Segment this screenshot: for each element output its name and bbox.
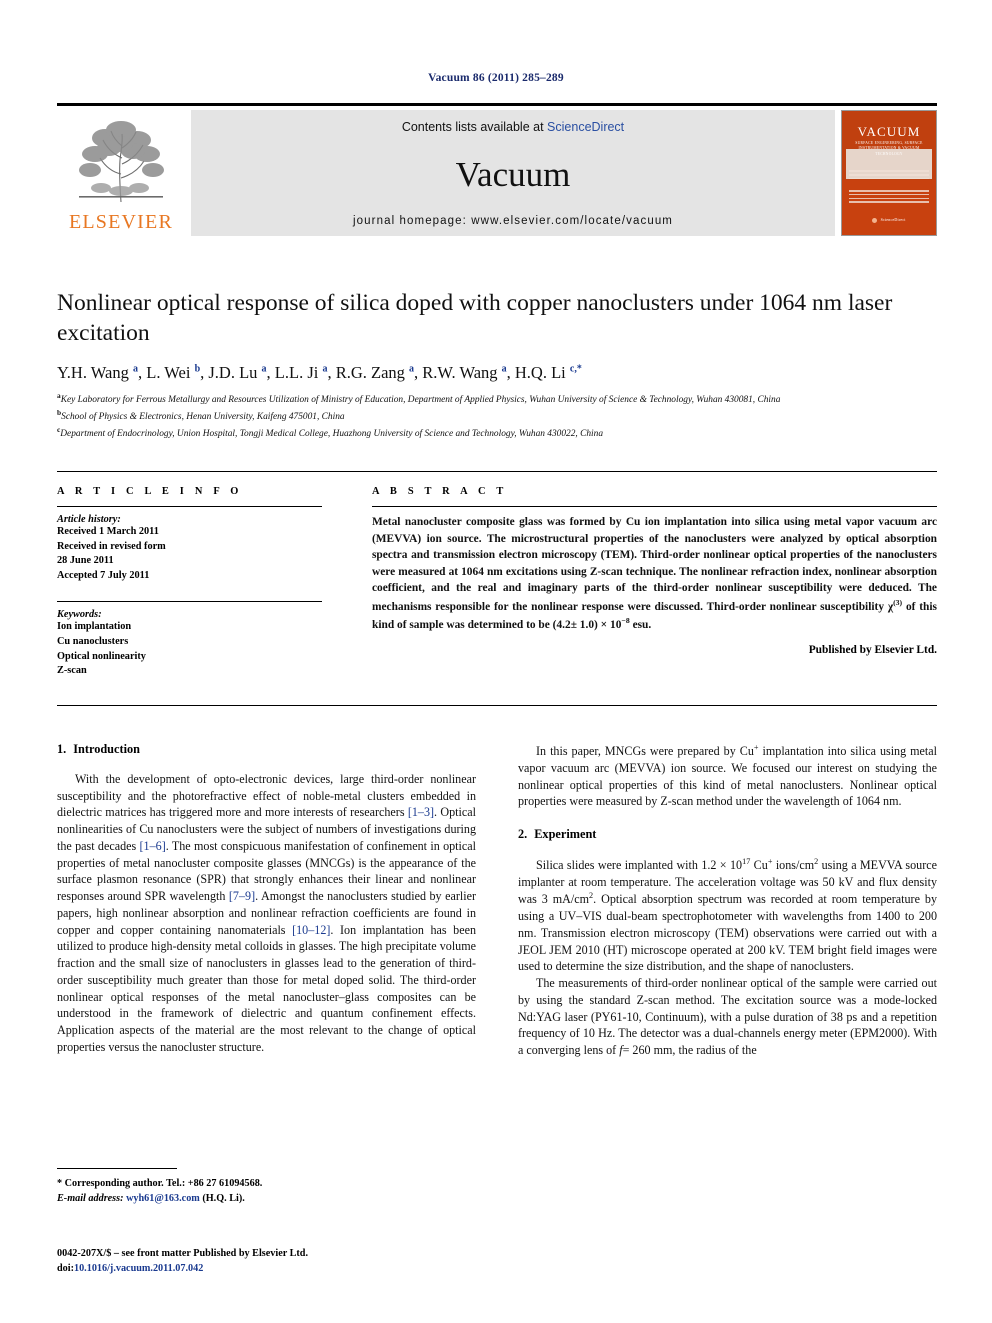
keyword-3: Optical nonlinearity <box>57 650 146 662</box>
footnote-area: * Corresponding author. Tel.: +86 27 610… <box>57 1168 476 1207</box>
keywords-divider <box>57 601 322 603</box>
cover-text-lines-upper <box>849 168 929 182</box>
email-note: E-mail address: wyh61@163.com (H.Q. Li). <box>57 1191 476 1206</box>
history-received: Received 1 March 2011 <box>57 526 159 537</box>
imprint-block: 0042-207X/$ – see front matter Published… <box>57 1247 517 1277</box>
doi-link[interactable]: 10.1016/j.vacuum.2011.07.042 <box>74 1263 203 1274</box>
history-revised-label: Received in revised form <box>57 540 166 552</box>
journal-masthead: ELSEVIER Contents lists available at Sci… <box>57 103 937 236</box>
abstract-column: A B S T R A C T Metal nanocluster compos… <box>372 486 937 679</box>
article-info-heading: A R T I C L E I N F O <box>57 486 243 497</box>
doi-line: doi:10.1016/j.vacuum.2011.07.042 <box>57 1262 517 1277</box>
affiliation-list: aKey Laboratory for Ferrous Metallurgy a… <box>57 391 937 441</box>
issn-front-matter: 0042-207X/$ – see front matter Published… <box>57 1248 309 1259</box>
section-number-1: 1. <box>57 742 67 756</box>
info-bottom-rule <box>57 705 937 706</box>
elsevier-logo: ELSEVIER <box>57 110 185 236</box>
article-info-divider <box>57 506 322 507</box>
elsevier-wordmark: ELSEVIER <box>68 211 174 233</box>
sciencedirect-dot-icon <box>872 218 878 223</box>
experiment-paragraph-1: Silica slides were implanted with 1.2 × … <box>518 856 937 974</box>
abstract-heading: A B S T R A C T <box>372 486 508 497</box>
section-number-2: 2. <box>518 826 528 841</box>
section-title-2: Experiment <box>534 826 597 841</box>
body-column-left: 1. Introduction With the development of o… <box>57 742 476 1059</box>
cover-footer-brand: ScienceDirect <box>880 217 906 223</box>
footnote-rule <box>57 1168 177 1169</box>
published-by-line: Published by Elsevier Ltd. <box>808 644 937 657</box>
email-owner: (H.Q. Li). <box>202 1193 245 1205</box>
experiment-paragraph-2: The measurements of third-order nonlinea… <box>518 976 937 1058</box>
affiliation-c: cDepartment of Endocrinology, Union Hosp… <box>57 425 937 442</box>
experiment-section: 2. Experiment Silica slides were implante… <box>518 827 937 1059</box>
contents-label: Contents lists available at <box>401 120 544 134</box>
paper-title: Nonlinear optical response of silica dop… <box>57 290 893 347</box>
abstract-divider <box>372 506 937 507</box>
keyword-2: Cu nanoclusters <box>57 636 129 648</box>
affiliation-text-b: School of Physics & Electronics, Henan U… <box>61 412 345 423</box>
history-revised-date: 28 June 2011 <box>57 555 114 567</box>
author-list: Y.H. Wang a, L. Wei b, J.D. Lu a, L.L. J… <box>57 363 582 383</box>
journal-homepage-link[interactable]: journal homepage: www.elsevier.com/locat… <box>353 215 673 227</box>
affiliation-text-c: Department of Endocrinology, Union Hospi… <box>60 428 604 439</box>
journal-title: Vacuum <box>455 155 571 194</box>
email-link[interactable]: wyh61@163.com <box>126 1193 200 1204</box>
cover-sciencedirect-mark: ScienceDirect <box>842 217 936 223</box>
cover-journal-title: VACUUM <box>857 124 921 139</box>
doi-label: doi: <box>57 1262 74 1274</box>
journal-cover-thumbnail: VACUUM SURFACE ENGINEERING, SURFACE INST… <box>841 110 937 236</box>
journal-article-page: Vacuum 86 (2011) 285–289 ELSEVIER Conten… <box>0 0 992 1323</box>
keywords-label: Keywords: <box>57 609 102 621</box>
article-info-column: A R T I C L E I N F O Article history: R… <box>57 486 322 679</box>
section-heading-introduction: 1. Introduction <box>57 742 476 757</box>
keyword-4: Z-scan <box>57 665 87 677</box>
sciencedirect-link[interactable]: ScienceDirect <box>547 120 624 134</box>
info-top-rule <box>57 471 937 472</box>
section-heading-experiment: 2. Experiment <box>518 827 937 842</box>
body-column-right: In this paper, MNCGs were prepared by Cu… <box>518 742 937 1059</box>
affiliation-text-a: Key Laboratory for Ferrous Metallurgy an… <box>60 395 781 406</box>
intro-paragraph-1: With the development of opto-electronic … <box>57 772 476 1054</box>
title-block: Nonlinear optical response of silica dop… <box>57 288 937 441</box>
cover-text-lines-lower <box>849 188 929 205</box>
abstract-text: Metal nanocluster composite glass was fo… <box>372 516 937 631</box>
history-accepted: Accepted 7 July 2011 <box>57 569 150 581</box>
intro-paragraph-2: In this paper, MNCGs were prepared by Cu… <box>518 743 937 809</box>
affiliation-b: bSchool of Physics & Electronics, Henan … <box>57 408 937 425</box>
running-head: Vacuum 86 (2011) 285–289 <box>428 72 564 84</box>
contents-available-line: Contents lists available at ScienceDirec… <box>402 120 624 134</box>
body-columns: 1. Introduction With the development of o… <box>57 742 937 1059</box>
info-abstract-row: A R T I C L E I N F O Article history: R… <box>57 486 937 679</box>
article-history-label: Article history: <box>57 514 121 525</box>
journal-banner: Contents lists available at ScienceDirec… <box>191 110 835 236</box>
affiliation-a: aKey Laboratory for Ferrous Metallurgy a… <box>57 391 937 408</box>
keyword-1: Ion implantation <box>57 621 132 633</box>
section-title-1: Introduction <box>73 742 140 756</box>
cover-journal-subtitle: SURFACE ENGINEERING, SURFACE INSTRUMENTA… <box>855 141 923 156</box>
email-label: E-mail address: <box>57 1193 124 1205</box>
corresponding-author-note: * Corresponding author. Tel.: +86 27 610… <box>57 1178 263 1189</box>
elsevier-tree-icon <box>79 121 164 203</box>
